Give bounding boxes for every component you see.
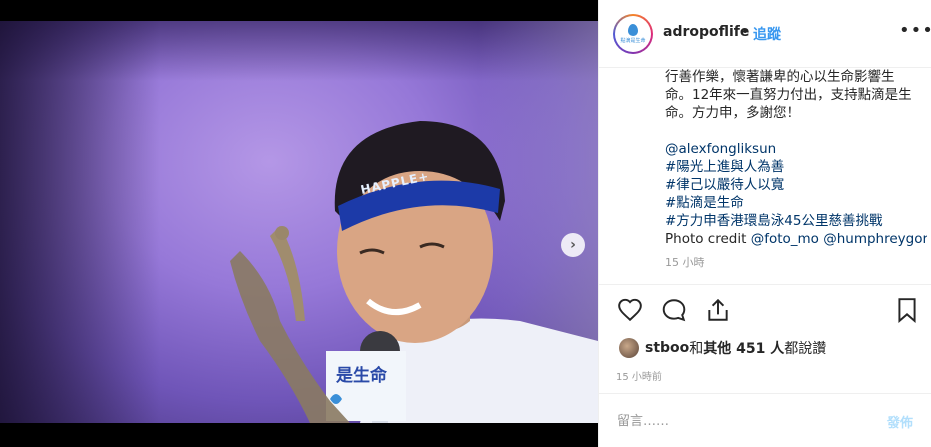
- avatar-logo-text: 點滴是生命: [620, 38, 646, 44]
- post-caption: 行善作樂，懷著謙卑的心以生命影響生 命。12年來一直努力付出，支持點滴是生 命。…: [665, 68, 927, 284]
- username-link[interactable]: adropoflife: [663, 24, 749, 40]
- likes-and: 和: [689, 341, 704, 357]
- more-options-icon[interactable]: •••: [899, 20, 931, 41]
- mention-link[interactable]: @alexfongliksun: [665, 140, 927, 158]
- follow-button[interactable]: 追蹤: [753, 24, 781, 44]
- comment-box: 發佈: [599, 393, 931, 447]
- post-timestamp[interactable]: 15 小時前: [616, 368, 662, 383]
- likes-suffix: 都說讚: [784, 341, 827, 357]
- caption-line: 命。方力申，多謝您！: [665, 105, 800, 121]
- bookmark-icon[interactable]: [894, 297, 920, 323]
- mention-link[interactable]: @humphreygor: [823, 231, 927, 247]
- heart-icon[interactable]: [617, 297, 643, 323]
- action-bar: [599, 284, 931, 336]
- share-icon[interactable]: [705, 297, 731, 323]
- next-photo-button[interactable]: ›: [561, 233, 585, 257]
- credit-prefix: Photo credit: [665, 231, 751, 247]
- others-likes-link[interactable]: 其他 451 人: [703, 338, 784, 358]
- hashtag-link[interactable]: #方力申香港環島泳45公里慈善挑戰: [665, 212, 927, 230]
- hashtag-link[interactable]: #律己以嚴待人以寬: [665, 176, 927, 194]
- hashtag-link[interactable]: #點滴是生命: [665, 194, 927, 212]
- post-header: 點滴是生命 adropoflife • 追蹤 •••: [599, 0, 931, 68]
- post-comment-button[interactable]: 發佈: [887, 412, 913, 431]
- liker-username[interactable]: stboo: [645, 340, 689, 356]
- caption-timestamp[interactable]: 15 小時: [665, 254, 927, 272]
- mention-link[interactable]: @foto_mo: [751, 231, 819, 247]
- likes-summary: stboo 和 其他 451 人 都說讚: [619, 336, 826, 360]
- caption-line: 命。12年來一直努力付出，支持點滴是生: [665, 87, 912, 103]
- water-drop-icon: [628, 24, 638, 36]
- liker-avatar[interactable]: [619, 338, 639, 358]
- post-photo[interactable]: HAPPLE+ 是生命 ›: [0, 21, 598, 423]
- chevron-right-icon: ›: [570, 237, 576, 253]
- avatar-image: 點滴是生命: [615, 16, 651, 52]
- separator-dot: •: [741, 24, 750, 40]
- post-side-panel: 點滴是生命 adropoflife • 追蹤 ••• 行善作樂，懷著謙卑的心以生…: [598, 0, 931, 447]
- photo-scene: [230, 121, 598, 423]
- hashtag-link[interactable]: #陽光上進與人為善: [665, 158, 927, 176]
- avatar[interactable]: 點滴是生命: [613, 14, 653, 54]
- instagram-post-modal: HAPPLE+ 是生命 › 點滴是生命 adropoflife • 追蹤 •••…: [0, 0, 931, 447]
- banner-text: 是生命: [336, 366, 387, 386]
- caption-line: 行善作樂，懷著謙卑的心以生命影響生: [665, 69, 895, 85]
- photo-credit: Photo credit @foto_mo @humphreygor: [665, 230, 927, 248]
- comment-bubble-icon[interactable]: [661, 297, 687, 323]
- comment-input[interactable]: [617, 410, 857, 432]
